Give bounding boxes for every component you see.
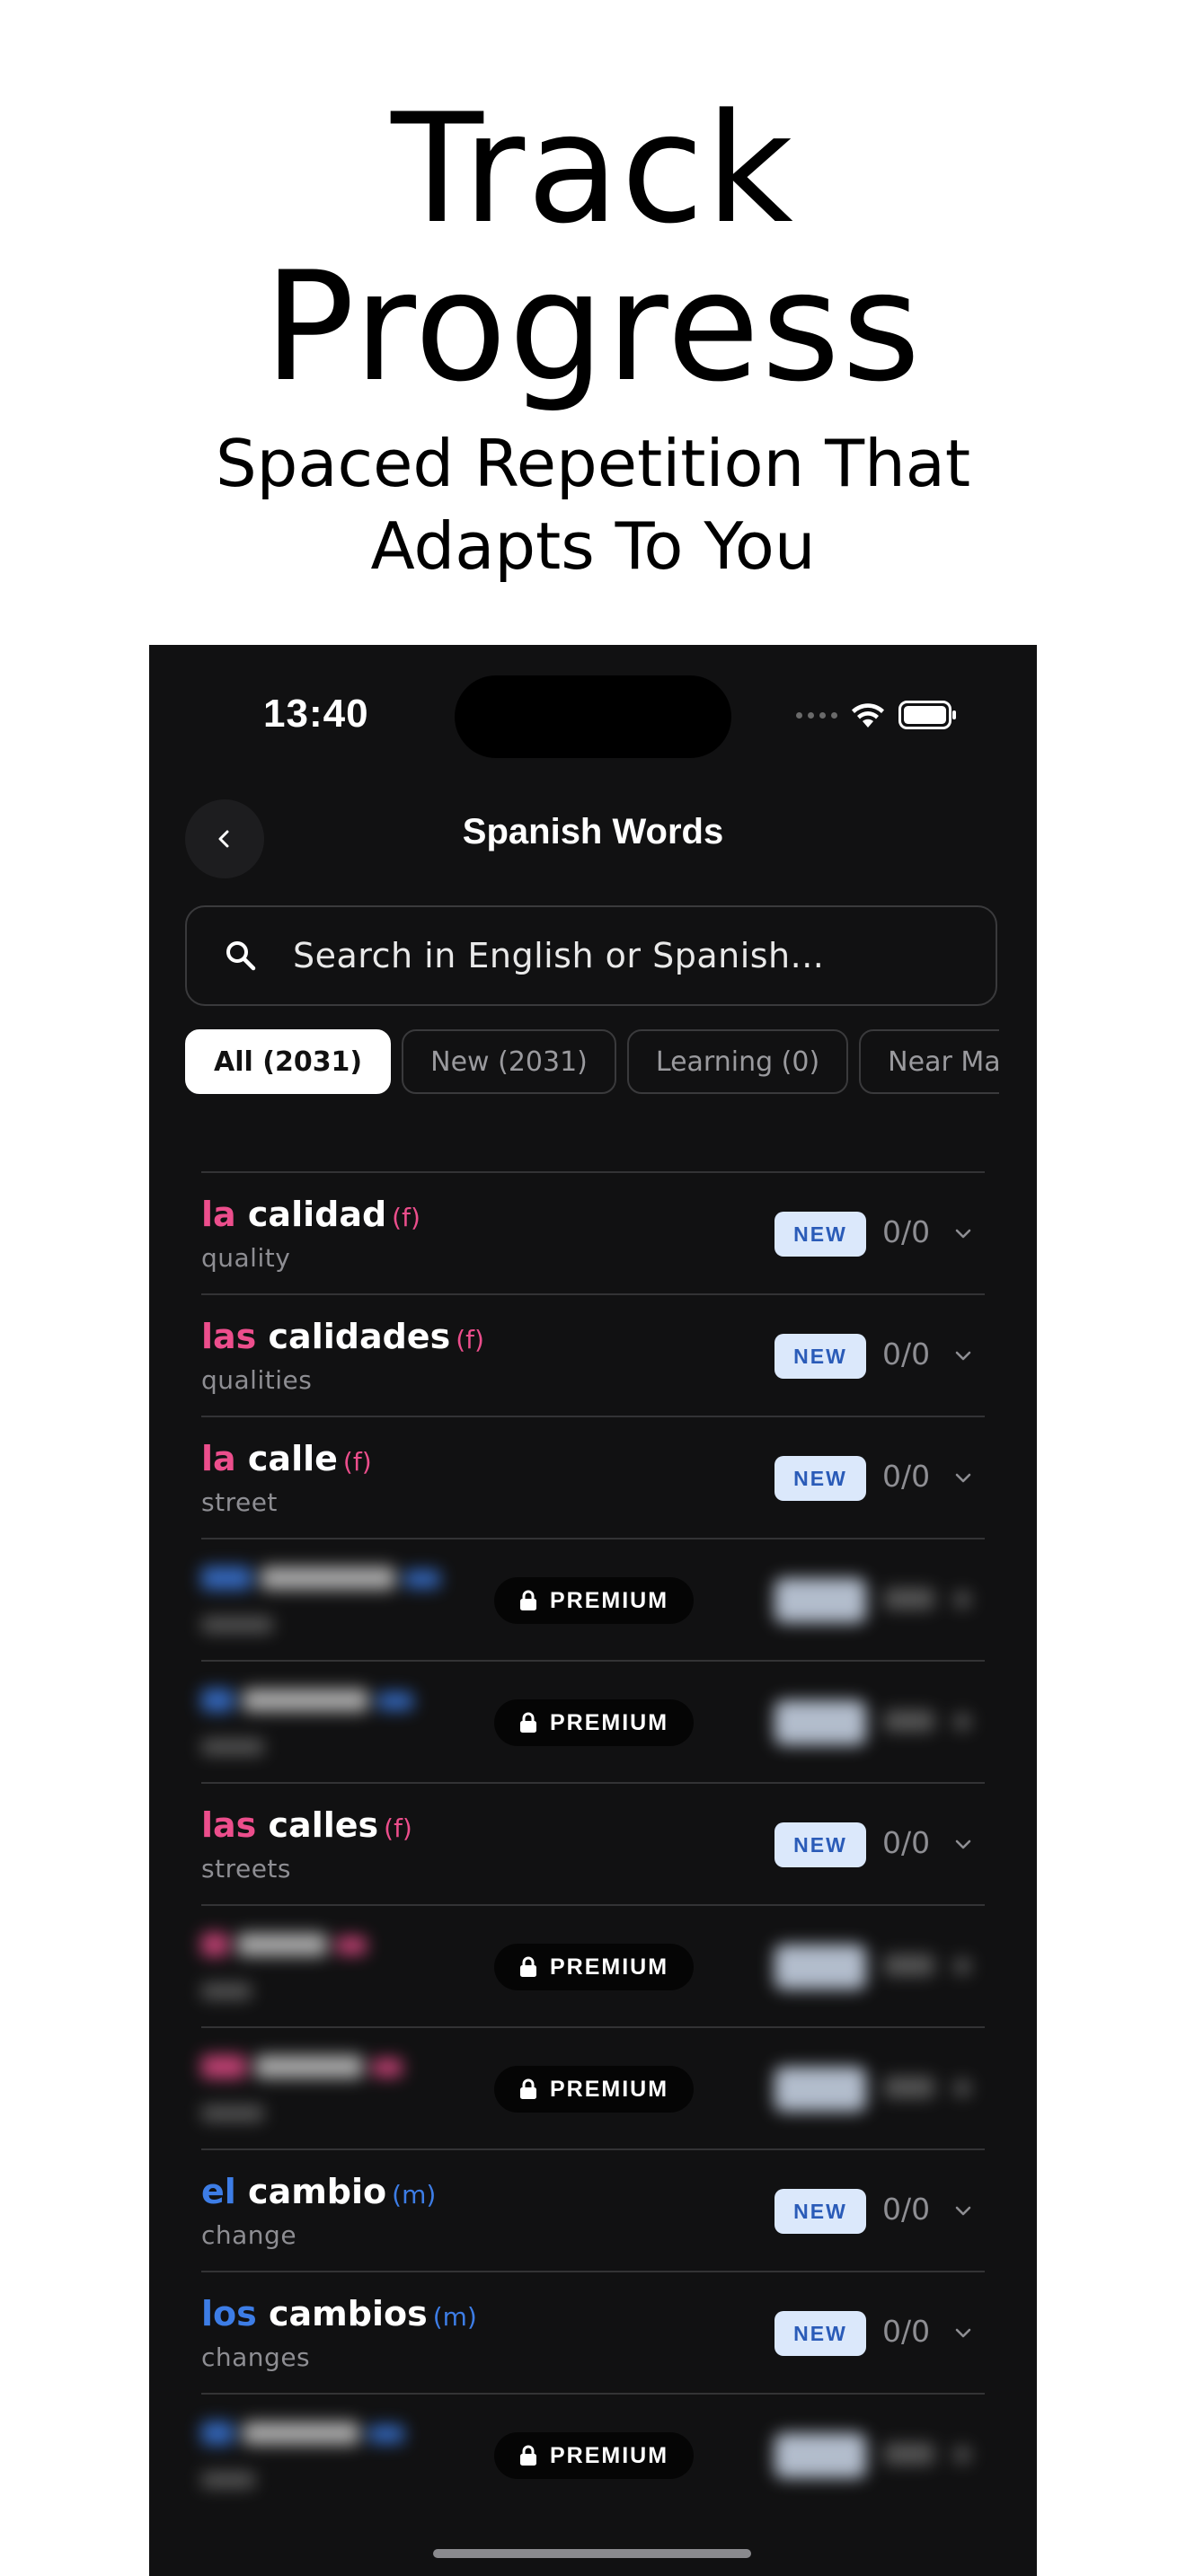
status-badge: NEW <box>774 1334 866 1379</box>
search-bar[interactable] <box>185 905 997 1006</box>
list-item[interactable]: las calidades (f) qualities NEW 0/0 <box>201 1295 985 1417</box>
premium-lock-button[interactable]: PREMIUM <box>494 2432 694 2479</box>
list-item-locked[interactable]: PREMIUM <box>201 1539 985 1662</box>
word-gender: (f) <box>392 1203 420 1232</box>
list-item-locked[interactable]: PREMIUM <box>201 2028 985 2150</box>
premium-label: PREMIUM <box>549 1709 669 1735</box>
word-translation: streets <box>201 1854 291 1883</box>
word-line: las calidades (f) <box>201 1317 484 1356</box>
premium-label: PREMIUM <box>549 1587 669 1613</box>
word-translation: quality <box>201 1243 291 1273</box>
word-article: las <box>201 1805 257 1845</box>
list-item[interactable]: la calle (f) street NEW 0/0 <box>201 1417 985 1539</box>
hero-subtitle-line-2: Adapts To You <box>370 508 816 584</box>
word-score: 0/0 <box>882 2192 931 2227</box>
premium-label: PREMIUM <box>549 2442 669 2468</box>
search-icon <box>221 936 261 975</box>
lock-icon <box>519 1956 536 1977</box>
chevron-down-icon[interactable] <box>952 2323 974 2344</box>
wifi-icon <box>852 703 884 728</box>
list-item-locked[interactable]: PREMIUM <box>201 2395 985 2517</box>
filter-chip-new[interactable]: New (2031) <box>402 1029 616 1094</box>
home-indicator[interactable] <box>433 2549 751 2558</box>
word-text: calle <box>247 1439 338 1478</box>
word-gender: (m) <box>432 2302 477 2332</box>
premium-lock-button[interactable]: PREMIUM <box>494 1577 694 1624</box>
page-title: Spanish Words <box>462 812 724 851</box>
chevron-down-icon[interactable] <box>952 1468 974 1489</box>
word-gender: (f) <box>456 1325 484 1354</box>
status-badge: NEW <box>774 1822 866 1867</box>
word-article: las <box>201 1317 257 1356</box>
list-item[interactable]: la calidad (f) quality NEW 0/0 <box>201 1173 985 1295</box>
lock-icon <box>519 1590 536 1610</box>
word-article: la <box>201 1439 236 1478</box>
filter-chip-learning[interactable]: Learning (0) <box>626 1029 849 1094</box>
word-translation: street <box>201 1487 278 1517</box>
word-score: 0/0 <box>882 1214 931 1249</box>
list-item[interactable]: las calles (f) streets NEW 0/0 <box>201 1784 985 1906</box>
cellular-signal-icon <box>796 711 837 719</box>
word-text: calidad <box>247 1195 387 1234</box>
chevron-down-icon[interactable] <box>952 1345 974 1367</box>
word-score: 0/0 <box>882 1337 931 1372</box>
search-input[interactable] <box>291 935 996 976</box>
word-translation: change <box>201 2220 297 2250</box>
filter-chip-near-mastered[interactable]: Near Mas <box>859 1029 999 1094</box>
premium-lock-button[interactable]: PREMIUM <box>494 1944 694 1990</box>
word-article: la <box>201 1195 236 1234</box>
word-translation: qualities <box>201 1365 313 1395</box>
battery-icon <box>898 701 956 729</box>
status-time: 13:40 <box>263 692 369 736</box>
filter-chip-all[interactable]: All (2031) <box>185 1029 392 1094</box>
word-gender: (f) <box>342 1447 372 1477</box>
word-score: 0/0 <box>882 1459 931 1494</box>
dynamic-island <box>455 675 731 758</box>
hero-subtitle: Spaced Repetition That Adapts To You <box>0 422 1186 587</box>
list-item[interactable]: el cambio (m) change NEW 0/0 <box>201 2150 985 2272</box>
list-item[interactable]: los cambios (m) changes NEW 0/0 <box>201 2272 985 2395</box>
hero-subtitle-line-1: Spaced Repetition That <box>215 426 971 501</box>
premium-label: PREMIUM <box>549 2076 669 2102</box>
hero-title-line-2: Progress <box>263 239 923 415</box>
word-line: los cambios (m) <box>201 2294 477 2333</box>
word-score: 0/0 <box>882 2314 931 2349</box>
premium-label: PREMIUM <box>549 1954 669 1980</box>
status-badge: NEW <box>774 2189 866 2234</box>
hero-title-line-1: Track <box>391 81 795 257</box>
word-line: la calidad (f) <box>201 1195 420 1234</box>
word-line: el cambio (m) <box>201 2172 436 2211</box>
chevron-down-icon[interactable] <box>952 1834 974 1856</box>
word-text: cambio <box>248 2172 387 2211</box>
word-list[interactable]: la calidad (f) quality NEW 0/0 las calida… <box>201 1101 985 2517</box>
lock-icon <box>519 2078 536 2099</box>
word-gender: (m) <box>392 2180 437 2210</box>
premium-lock-button[interactable]: PREMIUM <box>494 1699 694 1746</box>
list-item-locked[interactable]: PREMIUM <box>201 1906 985 2028</box>
list-item-partial <box>201 1101 985 1173</box>
filter-chips: All (2031)New (2031)Learning (0)Near Mas <box>185 1029 999 1098</box>
status-badge: NEW <box>774 2311 866 2356</box>
chevron-down-icon[interactable] <box>952 2201 974 2222</box>
lock-icon <box>519 1712 536 1733</box>
word-text: cambios <box>268 2294 428 2333</box>
status-icons <box>796 697 958 733</box>
word-line: la calle (f) <box>201 1439 372 1478</box>
word-text: calidades <box>268 1317 451 1356</box>
word-article: los <box>201 2294 257 2333</box>
status-badge: NEW <box>774 1456 866 1501</box>
list-item-locked[interactable]: PREMIUM <box>201 1662 985 1784</box>
word-line: las calles (f) <box>201 1805 412 1845</box>
status-badge: NEW <box>774 1212 866 1257</box>
chevron-down-icon[interactable] <box>952 1223 974 1245</box>
premium-lock-button[interactable]: PREMIUM <box>494 2066 694 2113</box>
phone-screen: 13:40 Spanish Words All (2031)New (2 <box>149 645 1037 2576</box>
word-translation: changes <box>201 2342 311 2372</box>
word-score: 0/0 <box>882 1825 931 1860</box>
lock-icon <box>519 2445 536 2466</box>
hero-title: Track Progress <box>0 90 1186 406</box>
word-gender: (f) <box>384 1813 412 1843</box>
word-text: calles <box>268 1805 379 1845</box>
word-article: el <box>201 2172 236 2211</box>
